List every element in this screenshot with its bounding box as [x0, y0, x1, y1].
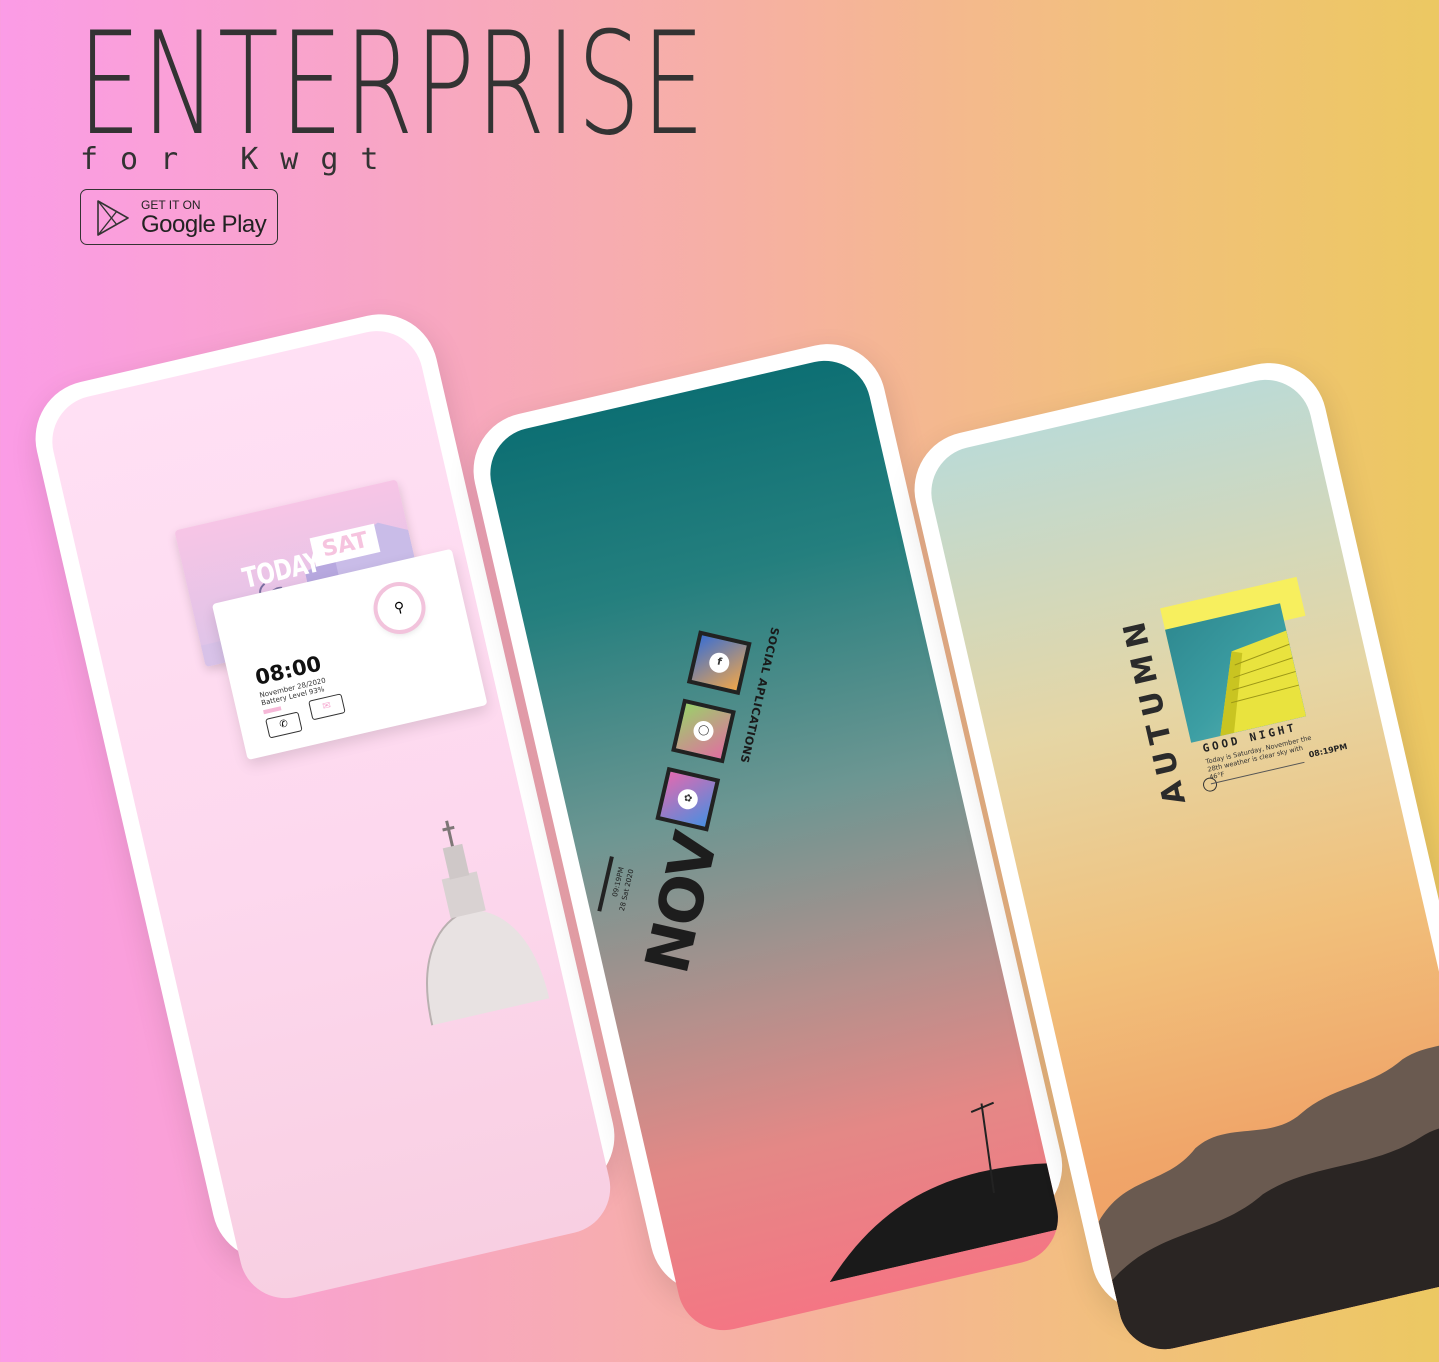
social-widget: SOCIAL APLICATIONS f ◯ ✿ NOV 09:19PM 28 …	[579, 602, 840, 1013]
facebook-icon: f	[707, 650, 732, 675]
twitter-icon: ✿	[675, 787, 700, 812]
hill-silhouette	[829, 1101, 1068, 1283]
badge-get-it-on: GET IT ON	[141, 198, 201, 212]
badge-store-name: Google Play	[141, 211, 267, 238]
google-play-badge[interactable]: GET IT ON Google Play	[80, 189, 278, 245]
divider-line	[597, 856, 614, 912]
twitter-tile[interactable]: ✿	[655, 766, 721, 832]
mountain-silhouette	[1098, 1037, 1439, 1359]
mail-button[interactable]: ✉	[308, 693, 346, 721]
month-label: NOV	[632, 827, 732, 980]
phone-icon: ✆	[278, 718, 290, 731]
instagram-tile[interactable]: ◯	[671, 698, 736, 764]
search-icon: ⚲	[392, 599, 407, 617]
brand-subtitle: for Kwgt	[80, 142, 401, 177]
phone-button[interactable]: ✆	[265, 711, 303, 739]
facebook-tile[interactable]: f	[686, 630, 752, 696]
brand-title: ENTERPRISE	[78, 2, 706, 167]
mail-icon: ✉	[321, 700, 333, 713]
play-store-icon	[97, 200, 129, 236]
autumn-widget: AUTUMN GOOD NIGHT Today is Saturday, Nov…	[1115, 572, 1367, 831]
building-image	[1165, 603, 1307, 743]
instagram-icon: ◯	[691, 719, 716, 743]
dome-illustration	[426, 820, 550, 1026]
battery-bar	[263, 706, 282, 715]
search-button[interactable]: ⚲	[373, 581, 426, 635]
yellow-building-illustration	[1220, 630, 1307, 737]
